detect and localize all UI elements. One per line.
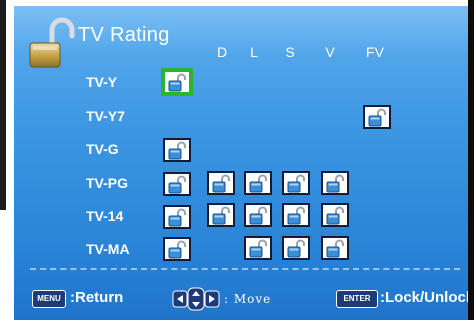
column-header-fv: FV bbox=[366, 44, 384, 60]
padlock-open-icon bbox=[249, 239, 267, 258]
column-header-v: V bbox=[325, 44, 335, 60]
lock-toggle-tv-14-s[interactable] bbox=[282, 203, 310, 227]
lock-toggle-tv-pg[interactable] bbox=[163, 172, 191, 196]
padlock-open-icon bbox=[326, 239, 344, 258]
left-edge bbox=[0, 0, 14, 320]
lock-toggle-tv-14-d[interactable] bbox=[207, 203, 235, 227]
padlock-open-icon bbox=[287, 206, 305, 225]
lock-toggle-tv-ma-v[interactable] bbox=[321, 236, 349, 260]
lock-toggle-tv-ma-s[interactable] bbox=[282, 236, 310, 260]
padlock-open-icon bbox=[287, 239, 305, 258]
padlock-open-icon bbox=[168, 141, 186, 160]
padlock-open-icon bbox=[249, 206, 267, 225]
row-label-tv-14: TV-14 bbox=[86, 208, 124, 224]
column-header-l: L bbox=[250, 44, 258, 60]
lock-unlock-hint: :Lock/Unlock bbox=[380, 289, 468, 306]
padlock-open-icon bbox=[168, 175, 186, 194]
tv-rating-screen: TV Rating D L S V FV TV-Y TV-Y7 TV-G TV-… bbox=[14, 6, 468, 320]
padlock-open-icon bbox=[249, 174, 267, 193]
footer-divider bbox=[30, 268, 460, 270]
padlock-open-icon bbox=[168, 73, 186, 92]
right-edge bbox=[468, 0, 474, 320]
padlock-open-icon bbox=[212, 206, 230, 225]
row-label-tv-ma: TV-MA bbox=[86, 241, 130, 257]
lock-toggle-tv-pg-d[interactable] bbox=[207, 171, 235, 195]
menu-key[interactable]: MENU bbox=[32, 290, 66, 308]
padlock-open-icon bbox=[168, 240, 186, 259]
row-label-tv-y7: TV-Y7 bbox=[86, 108, 125, 124]
lock-toggle-tv-pg-s[interactable] bbox=[282, 171, 310, 195]
padlock-open-icon bbox=[287, 174, 305, 193]
lock-toggle-tv-y[interactable] bbox=[161, 68, 193, 96]
column-header-s: S bbox=[285, 44, 295, 60]
row-label-tv-g: TV-G bbox=[86, 141, 119, 157]
row-label-tv-y: TV-Y bbox=[86, 74, 118, 90]
column-header-d: D bbox=[216, 44, 228, 60]
padlock-open-icon bbox=[212, 174, 230, 193]
padlock-open-icon bbox=[168, 208, 186, 227]
padlock-open-icon bbox=[368, 108, 386, 127]
lock-toggle-tv-ma-l[interactable] bbox=[244, 236, 272, 260]
lock-toggle-tv-g[interactable] bbox=[163, 138, 191, 162]
arrow-keys-icon[interactable] bbox=[172, 287, 220, 311]
lock-toggle-tv-14[interactable] bbox=[163, 205, 191, 229]
lock-toggle-tv-14-v[interactable] bbox=[321, 203, 349, 227]
lock-toggle-tv-y7-fv[interactable] bbox=[363, 105, 391, 129]
return-hint: :Return bbox=[70, 289, 124, 306]
move-hint: : Move bbox=[224, 292, 272, 306]
enter-key[interactable]: ENTER bbox=[336, 290, 378, 308]
page-title: TV Rating bbox=[78, 24, 170, 46]
padlock-open-icon bbox=[29, 17, 75, 68]
lock-toggle-tv-pg-l[interactable] bbox=[244, 171, 272, 195]
padlock-open-icon bbox=[326, 174, 344, 193]
row-label-tv-pg: TV-PG bbox=[86, 175, 129, 191]
padlock-open-icon bbox=[326, 206, 344, 225]
lock-toggle-tv-pg-v[interactable] bbox=[321, 171, 349, 195]
lock-toggle-tv-ma[interactable] bbox=[163, 237, 191, 261]
lock-toggle-tv-14-l[interactable] bbox=[244, 203, 272, 227]
